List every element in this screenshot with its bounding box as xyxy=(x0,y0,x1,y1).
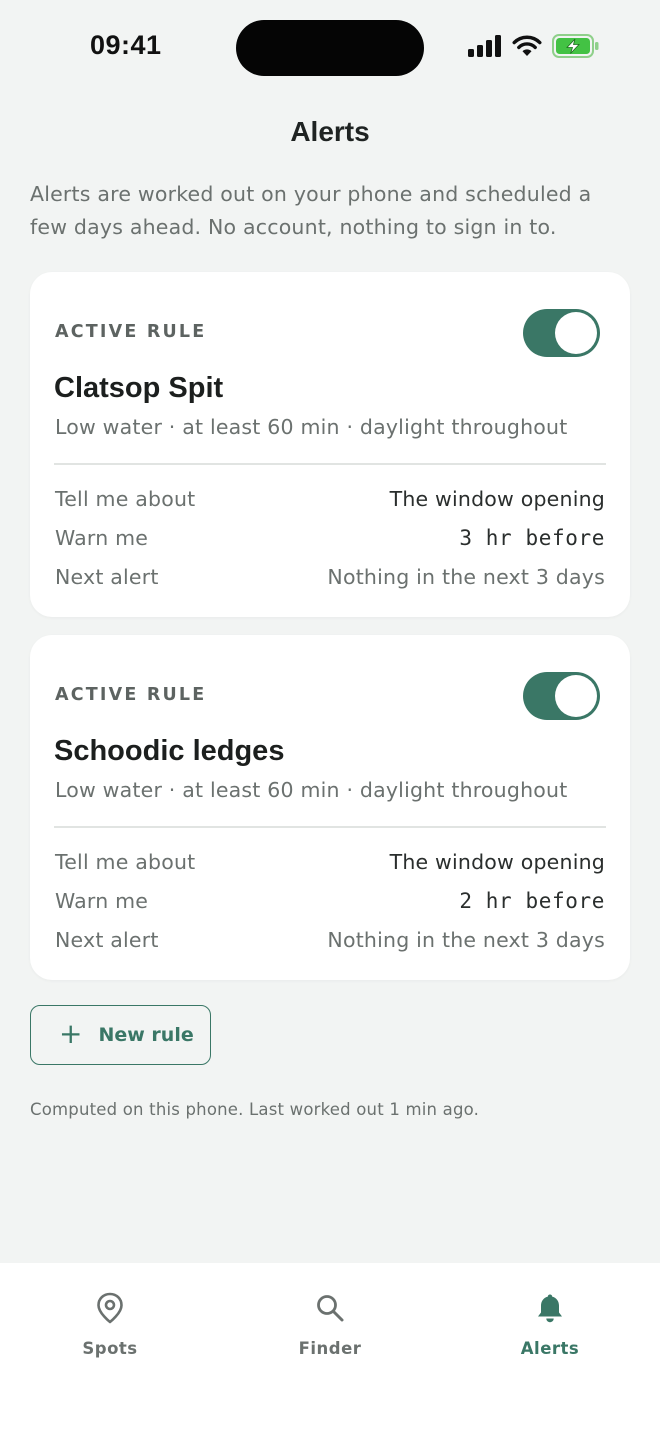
tab-label: Alerts xyxy=(520,1339,580,1358)
tab-finder[interactable]: Finder xyxy=(220,1263,440,1383)
divider xyxy=(54,826,606,828)
cellular-signal-icon xyxy=(468,35,501,57)
row-label: Next alert xyxy=(55,565,159,589)
row-value: The window opening xyxy=(389,487,605,511)
dynamic-island xyxy=(236,20,424,76)
new-rule-button[interactable]: + New rule xyxy=(30,1005,211,1065)
battery-charging-icon xyxy=(552,34,599,58)
spot-name: Schoodic ledges xyxy=(54,735,285,767)
row-value: 3 hr before xyxy=(459,526,605,550)
wifi-icon xyxy=(512,35,542,56)
toggle-knob xyxy=(555,675,597,717)
tab-label: Finder xyxy=(298,1339,362,1358)
status-time: 09:41 xyxy=(90,30,162,60)
rule-row-tell-me-about: Tell me about The window opening xyxy=(55,484,605,514)
rule-eyebrow: ACTIVE RULE xyxy=(55,322,207,342)
rule-row-tell-me-about: Tell me about The window opening xyxy=(55,847,605,877)
tab-spots[interactable]: Spots xyxy=(0,1263,220,1383)
status-bar: 09:41 xyxy=(0,0,660,96)
tab-alerts[interactable]: Alerts xyxy=(440,1263,660,1383)
row-value: Nothing in the next 3 days xyxy=(327,565,605,589)
row-value: 2 hr before xyxy=(459,889,605,913)
rule-row-warn-me: Warn me 3 hr before xyxy=(55,523,605,553)
tab-bar: Spots Finder Alerts xyxy=(0,1263,660,1434)
rule-card[interactable]: ACTIVE RULE Clatsop Spit Low water · at … xyxy=(30,272,630,617)
rule-summary: Low water · at least 60 min · daylight t… xyxy=(55,778,568,802)
computed-footnote: Computed on this phone. Last worked out … xyxy=(30,1100,480,1119)
row-value: The window opening xyxy=(389,850,605,874)
row-label: Warn me xyxy=(55,526,149,550)
row-label: Tell me about xyxy=(55,487,196,511)
rule-enabled-toggle[interactable] xyxy=(523,672,600,720)
toggle-knob xyxy=(555,312,597,354)
row-label: Next alert xyxy=(55,928,159,952)
rule-summary: Low water · at least 60 min · daylight t… xyxy=(55,415,568,439)
row-label: Tell me about xyxy=(55,850,196,874)
search-icon xyxy=(315,1291,345,1325)
spot-name: Clatsop Spit xyxy=(54,372,224,404)
row-value: Nothing in the next 3 days xyxy=(327,928,605,952)
rule-eyebrow: ACTIVE RULE xyxy=(55,685,207,705)
rule-row-next-alert: Next alert Nothing in the next 3 days xyxy=(55,925,605,955)
status-icons xyxy=(468,34,600,58)
rule-card[interactable]: ACTIVE RULE Schoodic ledges Low water · … xyxy=(30,635,630,980)
tab-label: Spots xyxy=(82,1339,138,1358)
rule-enabled-toggle[interactable] xyxy=(523,309,600,357)
location-pin-icon xyxy=(96,1291,124,1325)
plus-icon: + xyxy=(59,1016,83,1050)
bell-icon xyxy=(536,1291,564,1325)
page-title: Alerts xyxy=(290,116,370,147)
alerts-screen: 09:41 Alerts Alerts are worked out on yo… xyxy=(0,0,660,1434)
row-label: Warn me xyxy=(55,889,149,913)
divider xyxy=(54,463,606,465)
intro-text: Alerts are worked out on your phone and … xyxy=(30,182,592,239)
new-rule-label: New rule xyxy=(98,1024,194,1046)
rule-row-next-alert: Next alert Nothing in the next 3 days xyxy=(55,562,605,592)
rule-row-warn-me: Warn me 2 hr before xyxy=(55,886,605,916)
